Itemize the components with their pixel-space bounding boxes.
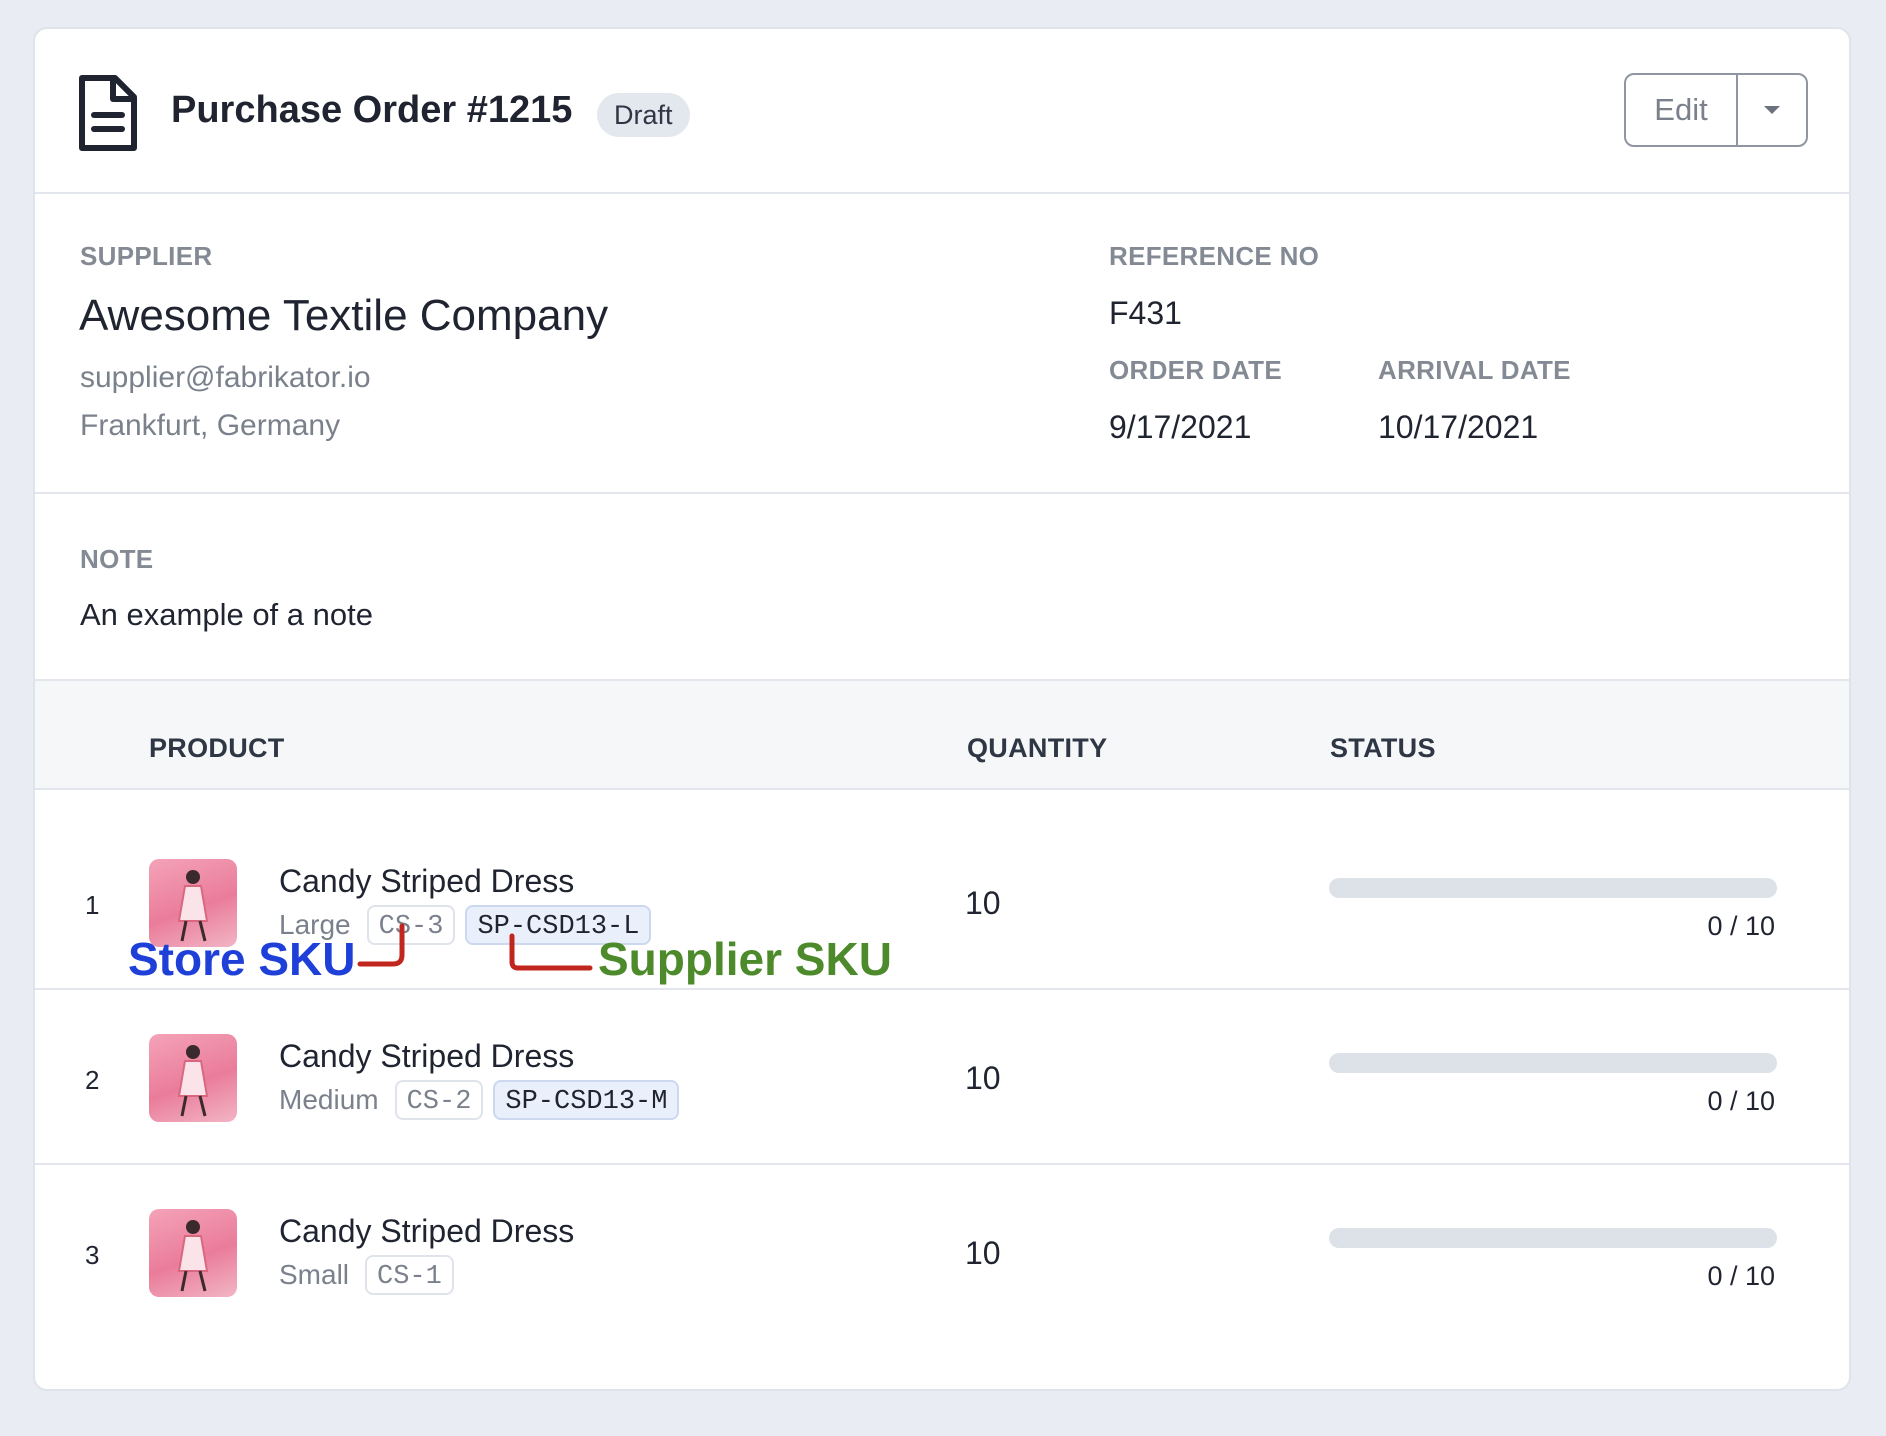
row-index: 3 bbox=[85, 1240, 100, 1270]
supplier-email: supplier@fabrikator.io bbox=[80, 361, 371, 394]
quantity-value: 10 bbox=[965, 1235, 1001, 1271]
arrival-date-label: ARRIVAL DATE bbox=[1378, 355, 1571, 385]
supplier-label: SUPPLIER bbox=[80, 241, 213, 271]
variant-info: Small CS-1 bbox=[279, 1255, 454, 1295]
store-sku-tag: CS-2 bbox=[394, 1080, 484, 1120]
edit-button-group: Edit bbox=[1624, 73, 1808, 147]
chevron-down-icon bbox=[1764, 106, 1780, 114]
received-progress-bar bbox=[1329, 1053, 1777, 1073]
edit-button[interactable]: Edit bbox=[1626, 75, 1738, 145]
row-index: 2 bbox=[85, 1065, 100, 1095]
supplier-location: Frankfurt, Germany bbox=[80, 409, 341, 442]
received-ratio: 0 / 10 bbox=[1707, 1261, 1775, 1291]
product-name[interactable]: Candy Striped Dress bbox=[279, 1213, 574, 1250]
quantity-value: 10 bbox=[965, 885, 1001, 921]
reference-value: F431 bbox=[1109, 295, 1182, 331]
product-thumbnail bbox=[149, 1209, 237, 1297]
received-progress-bar bbox=[1329, 878, 1777, 898]
order-header: Purchase Order #1215 Draft Edit bbox=[35, 29, 1849, 194]
received-ratio: 0 / 10 bbox=[1707, 911, 1775, 941]
row-index: 1 bbox=[85, 890, 100, 920]
order-date-label: ORDER DATE bbox=[1109, 355, 1282, 385]
store-sku-tag: CS-1 bbox=[365, 1255, 454, 1295]
edit-dropdown-button[interactable] bbox=[1738, 75, 1806, 145]
column-header-quantity: QUANTITY bbox=[967, 733, 1108, 763]
table-row[interactable]: 2 Candy Striped Dress Medium CS-2 SP-CSD… bbox=[35, 990, 1849, 1165]
variant-name: Small bbox=[279, 1259, 350, 1290]
product-thumbnail bbox=[149, 1034, 237, 1122]
product-name[interactable]: Candy Striped Dress bbox=[279, 1038, 574, 1075]
received-progress-bar bbox=[1329, 1228, 1777, 1248]
column-header-status: STATUS bbox=[1330, 733, 1436, 763]
document-icon bbox=[79, 75, 137, 151]
quantity-value: 10 bbox=[965, 1060, 1001, 1096]
table-header: PRODUCT QUANTITY STATUS bbox=[35, 679, 1849, 790]
order-date-value: 9/17/2021 bbox=[1109, 409, 1252, 445]
note-text: An example of a note bbox=[80, 597, 373, 632]
note-section: NOTE An example of a note bbox=[35, 492, 1849, 679]
store-sku-annotation: Store SKU bbox=[128, 933, 356, 985]
table-row[interactable]: 3 Candy Striped Dress Small CS-1 10 0 / … bbox=[35, 1165, 1849, 1340]
status-badge: Draft bbox=[597, 93, 690, 137]
variant-info: Medium CS-2 SP-CSD13-M bbox=[279, 1080, 680, 1120]
note-label: NOTE bbox=[80, 544, 154, 574]
supplier-sku-annotation: Supplier SKU bbox=[598, 933, 892, 985]
supplier-name: Awesome Textile Company bbox=[79, 291, 609, 340]
supplier-sku-tag: SP-CSD13-M bbox=[493, 1080, 680, 1120]
store-sku-tag: CS-3 bbox=[366, 905, 456, 945]
variant-name: Medium bbox=[279, 1084, 379, 1115]
arrival-date-value: 10/17/2021 bbox=[1378, 409, 1539, 445]
column-header-product: PRODUCT bbox=[149, 733, 285, 763]
purchase-order-card: Purchase Order #1215 Draft Edit SUPPLIER… bbox=[33, 27, 1851, 1391]
reference-label: REFERENCE NO bbox=[1109, 241, 1320, 271]
received-ratio: 0 / 10 bbox=[1707, 1086, 1775, 1116]
page-title: Purchase Order #1215 bbox=[171, 89, 573, 131]
product-name[interactable]: Candy Striped Dress bbox=[279, 863, 574, 900]
